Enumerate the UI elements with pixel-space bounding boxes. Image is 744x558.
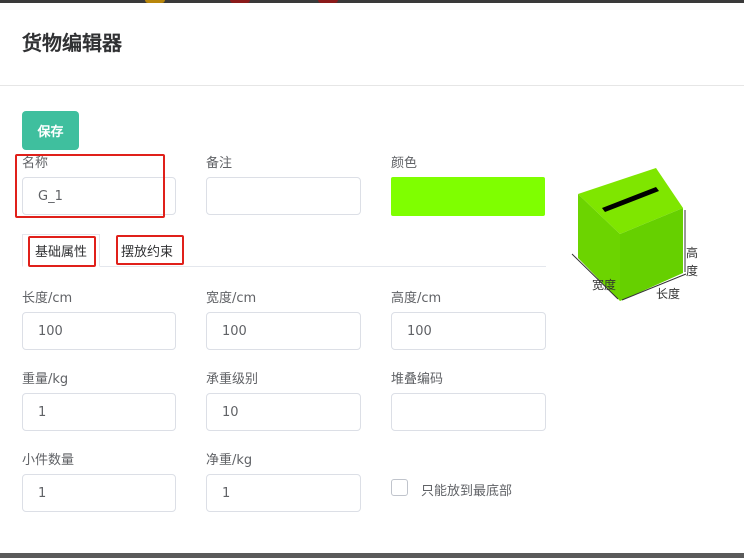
highlight-box [116,235,184,265]
stack-code-label: 堆叠编码 [391,372,444,387]
width-input[interactable]: 100 [206,312,361,350]
bottom-only-label[interactable]: 只能放到最底部 [421,480,512,499]
weight-label: 重量/kg [22,372,69,387]
length-input[interactable]: 100 [22,312,176,350]
height-label: 高度/cm [391,291,442,306]
net-weight-input[interactable]: 1 [206,474,361,512]
dialog-title: 货物编辑器 [22,31,122,55]
preview-height-label-2: 度 [686,264,699,278]
bottom-only-checkbox[interactable] [391,479,408,496]
background-decor [145,0,165,3]
height-input[interactable]: 100 [391,312,546,350]
box-preview-icon [571,168,687,301]
background-decor [318,0,338,3]
background-window-strip [0,553,744,558]
width-label: 宽度/cm [206,291,257,306]
piece-count-label: 小件数量 [22,453,75,468]
remark-label: 备注 [206,156,233,171]
save-button[interactable]: 保存 [22,111,79,150]
length-label: 长度/cm [22,291,73,306]
color-picker[interactable] [391,177,545,216]
net-weight-label: 净重/kg [206,453,253,468]
background-window-strip [0,0,744,3]
stack-code-input[interactable] [391,393,546,431]
load-level-label: 承重级别 [206,372,259,387]
background-decor [230,0,250,3]
preview-length-label: 长度 [656,287,681,301]
piece-count-input[interactable]: 1 [22,474,176,512]
highlight-box [15,154,165,218]
preview-width-label: 宽度 [592,278,617,292]
remark-input[interactable] [206,177,361,215]
highlight-box [28,236,96,267]
color-label: 颜色 [391,156,418,171]
load-level-input[interactable]: 10 [206,393,361,431]
weight-input[interactable]: 1 [22,393,176,431]
preview-height-label-1: 高 [686,246,699,260]
header-divider [0,85,744,86]
tabs-baseline [22,266,546,267]
